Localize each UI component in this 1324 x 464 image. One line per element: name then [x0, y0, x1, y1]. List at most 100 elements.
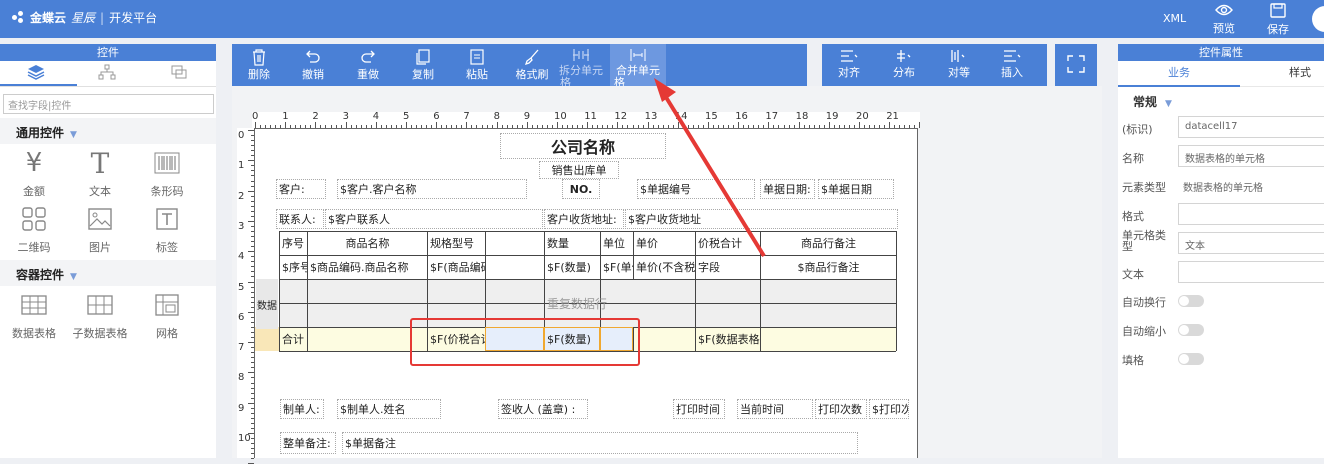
eye-icon: [1215, 4, 1233, 16]
row-handle: [255, 327, 279, 351]
control-amount[interactable]: ¥ 金额: [4, 148, 64, 199]
table-header-cell[interactable]: 序号: [280, 231, 307, 255]
prop-format-label: 格式: [1122, 210, 1144, 223]
current-time[interactable]: 当前时间: [737, 399, 813, 419]
control-qrcode[interactable]: 二维码: [4, 204, 64, 255]
table-header-cell[interactable]: 商品名称: [308, 231, 427, 255]
tree-tab[interactable]: [98, 64, 118, 82]
fill-toggle[interactable]: [1178, 353, 1204, 365]
align-button[interactable]: 对齐: [832, 44, 866, 86]
maker-label[interactable]: 制单人:: [280, 399, 324, 419]
signer-label[interactable]: 签收人 (盖章) :: [498, 399, 588, 419]
print-time[interactable]: 打印时间: [673, 399, 725, 419]
copy-button[interactable]: 复制: [406, 44, 440, 86]
prop-cell-type-input[interactable]: 文本: [1178, 232, 1324, 254]
group-title: 通用控件: [16, 126, 65, 140]
control-barcode[interactable]: 条形码: [137, 148, 197, 199]
fullscreen-icon: [1067, 55, 1085, 73]
prop-autowrap-label: 自动换行: [1122, 296, 1166, 309]
ruler-h-label: 19: [825, 111, 839, 122]
search-input[interactable]: 查找字段|控件: [3, 94, 214, 114]
ruler-v-label: 1: [238, 160, 245, 172]
control-text[interactable]: T 文本: [70, 147, 130, 199]
format-brush-button[interactable]: 格式刷: [512, 44, 552, 86]
ruler-h-label: 1: [282, 111, 289, 122]
app-logo[interactable]: 金蝶云 星辰 | 开发平台: [12, 9, 157, 26]
print-count[interactable]: 打印次数: [815, 399, 867, 419]
remark-label[interactable]: 整单备注:: [280, 432, 336, 454]
redo-label: 重做: [357, 68, 379, 81]
redo-button[interactable]: 重做: [351, 44, 385, 86]
equal-size-icon: [951, 50, 965, 62]
total-label[interactable]: 合计: [280, 327, 380, 351]
autoshrink-toggle[interactable]: [1178, 324, 1204, 336]
control-sub-data-table[interactable]: 子数据表格: [70, 290, 130, 341]
table-header-cell[interactable]: 商品行备注: [761, 231, 896, 255]
avatar[interactable]: [1312, 6, 1324, 32]
preview-button[interactable]: 预览: [1207, 3, 1241, 36]
properties-tabs: 业务 样式: [1118, 61, 1324, 87]
control-grid[interactable]: 网格: [137, 290, 197, 341]
table-header-cell[interactable]: 单位: [601, 231, 633, 255]
prop-id-label: (标识): [1122, 123, 1153, 136]
copy-label: 复制: [412, 68, 434, 81]
components-tab[interactable]: [170, 64, 190, 82]
paste-icon: [470, 49, 484, 65]
split-cell-button[interactable]: 拆分单元 格: [556, 44, 606, 89]
equal-size-button[interactable]: 对等: [942, 44, 976, 86]
control-label-widget[interactable]: 标签: [137, 204, 197, 255]
highlight-box: [410, 318, 640, 366]
table-data-cell[interactable]: $F(单位: [601, 255, 633, 279]
distribute-label: 分布: [893, 66, 915, 79]
table-data-cell[interactable]: $商品行备注: [761, 255, 896, 279]
table-data-cell[interactable]: [486, 255, 544, 279]
prop-id-input[interactable]: datacell17: [1178, 116, 1324, 138]
save-button[interactable]: 保存: [1261, 3, 1295, 37]
paste-button[interactable]: 粘贴: [460, 44, 494, 86]
table-grid-line: [279, 279, 896, 280]
ruler-v-label: 6: [238, 311, 245, 323]
ruler-h-label: 4: [372, 111, 380, 122]
distribute-button[interactable]: 分布: [887, 44, 921, 86]
autowrap-toggle[interactable]: [1178, 295, 1204, 307]
delete-button[interactable]: 删除: [242, 44, 276, 86]
horizontal-ruler: 0 1 2 3 4 5 6 7 8 9 10 11 12 13 14 15 16 17 18 19 20 21: [252, 111, 921, 128]
prop-format-input[interactable]: [1178, 203, 1324, 225]
control-label: 图片: [89, 241, 111, 254]
table-header-cell[interactable]: 数量: [545, 231, 600, 255]
logo-icon: [12, 11, 25, 24]
tab-business[interactable]: 业务: [1118, 61, 1240, 87]
prop-fill-label: 填格: [1122, 354, 1144, 367]
insert-button[interactable]: 插入: [995, 44, 1029, 86]
layers-tab[interactable]: [0, 64, 77, 86]
prop-autoshrink-label: 自动缩小: [1122, 325, 1166, 338]
table-data-cell[interactable]: $序号: [280, 255, 307, 279]
total-table-cell[interactable]: $F(数据表格的: [696, 327, 760, 351]
report-paper[interactable]: 公司名称 销售出库单 客户: $客户.客户名称 NO. $单据编号 单据日期: …: [254, 128, 918, 458]
preview-label: 预览: [1213, 22, 1235, 35]
remark-value[interactable]: $单据备注: [342, 432, 858, 454]
fullscreen-button[interactable]: [1055, 44, 1097, 86]
maker-value[interactable]: $制单人.姓名: [337, 399, 441, 419]
prop-name-input[interactable]: 数据表格的单元格: [1178, 145, 1324, 167]
ruler-v-label: 2: [238, 190, 245, 202]
xml-button[interactable]: XML: [1163, 12, 1186, 25]
control-data-table[interactable]: 数据表格: [4, 290, 64, 341]
general-controls-group[interactable]: 通用控件 ▼: [0, 118, 216, 144]
section-general[interactable]: 常规 ▼: [1133, 93, 1172, 110]
table-header-cell[interactable]: 规格型号: [428, 231, 485, 255]
barcode-icon: [137, 148, 197, 178]
table-data-cell[interactable]: $F(数量): [545, 255, 600, 279]
undo-button[interactable]: 撤销: [296, 44, 330, 86]
table-data-cell[interactable]: $商品编码.商品名称: [308, 255, 427, 279]
container-controls-group[interactable]: 容器控件 ▼: [0, 260, 216, 286]
control-image[interactable]: 图片: [70, 204, 130, 255]
print-func[interactable]: $打印次: [869, 399, 909, 419]
table-header-cell[interactable]: [486, 231, 544, 255]
undo-icon: [306, 50, 320, 63]
ruler-v-label: 5: [238, 281, 245, 293]
prop-text-input[interactable]: [1178, 261, 1324, 283]
tab-style[interactable]: 样式: [1280, 61, 1320, 87]
control-label: 金额: [23, 185, 45, 198]
table-data-cell[interactable]: $F(商品编码.规格型号): [428, 255, 485, 279]
